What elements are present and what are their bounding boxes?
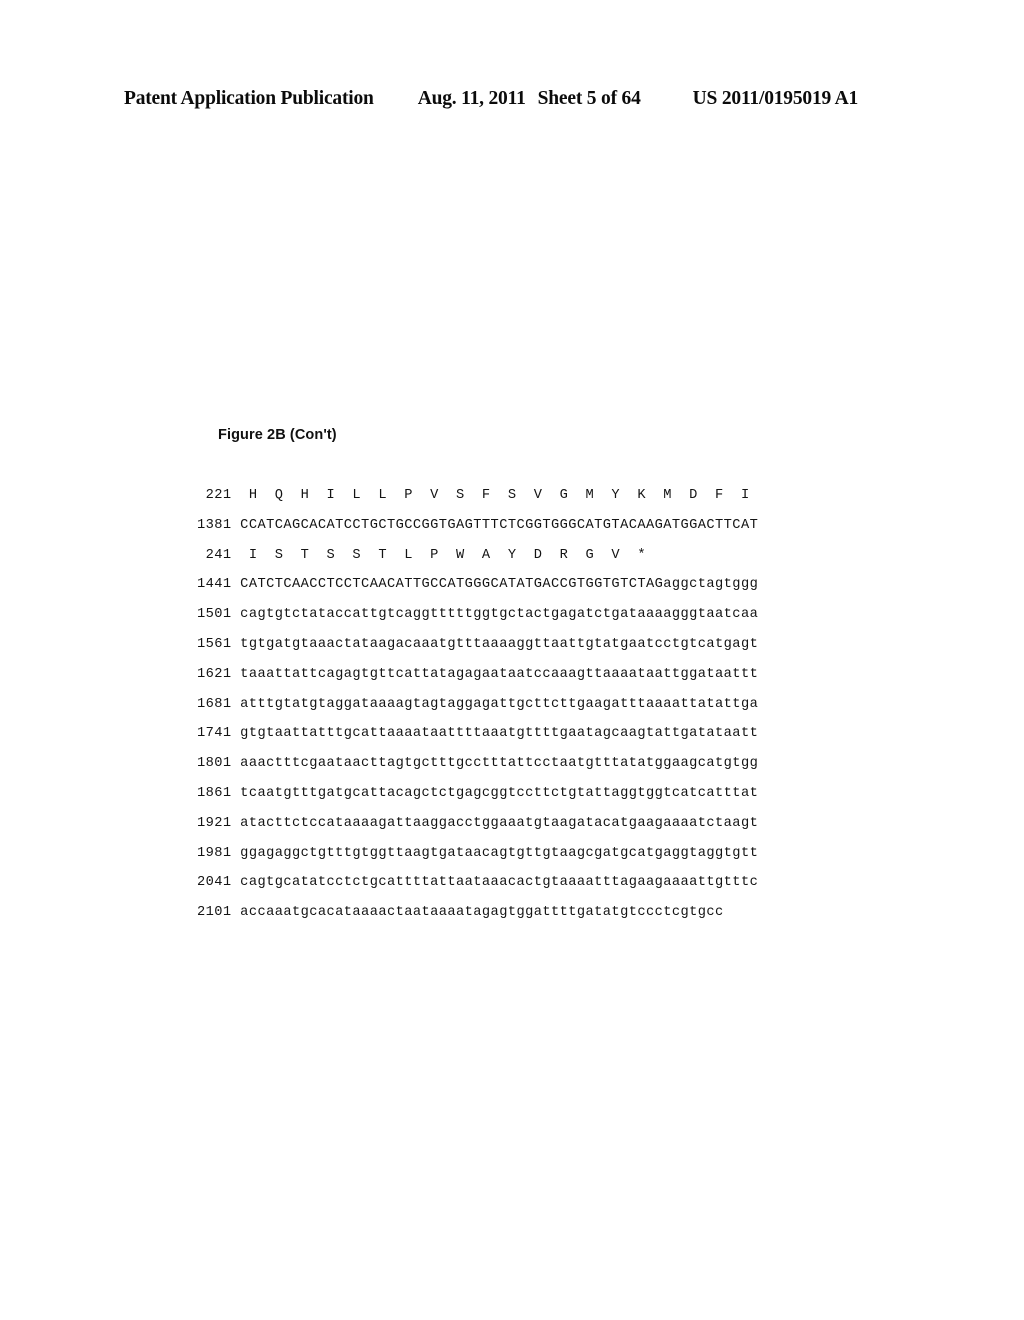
dna-sequence-text: accaaatgcacataaaactaataaaatagagtggattttg… xyxy=(231,905,724,921)
sequence-line-number: 2101 xyxy=(197,905,232,921)
sequence-line-number: 1861 xyxy=(197,785,232,801)
sequence-line: 2101 accaaatgcacataaaactaataaaatagagtgga… xyxy=(197,898,758,928)
running-header: Patent Application Publication Aug. 11, … xyxy=(124,88,896,110)
dna-sequence-text: CATCTCAACCTCCTCAACATTGCCATGGGCATATGACCGT… xyxy=(231,577,759,593)
sequence-line: 1981 ggagaggctgtttgtggttaagtgataacagtgtt… xyxy=(197,839,758,869)
sequence-line: 1741 gtgtaattatttgcattaaaataattttaaatgtt… xyxy=(197,719,758,749)
sequence-listing: 221 H Q H I L L P V S F S V G M Y K M D … xyxy=(197,481,758,928)
sequence-line-number: 1381 xyxy=(197,517,232,533)
sequence-line-number: 241 xyxy=(197,547,232,563)
protein-sequence-text: I S T S S T L P W A Y D R G V * xyxy=(231,547,646,563)
sequence-line-number: 1561 xyxy=(197,636,232,652)
header-patent-number: US 2011/0195019 A1 xyxy=(692,88,859,109)
sequence-line: 1621 taaattattcagagtgttcattatagagaataatc… xyxy=(197,660,758,690)
sequence-line: 1681 atttgtatgtaggataaaagtagtaggagattgct… xyxy=(197,690,758,720)
patent-page: Patent Application Publication Aug. 11, … xyxy=(0,0,1024,1320)
dna-sequence-text: taaattattcagagtgttcattatagagaataatccaaag… xyxy=(231,666,759,682)
sequence-line: 221 H Q H I L L P V S F S V G M Y K M D … xyxy=(197,481,758,511)
sequence-line: 1501 cagtgtctataccattgtcaggtttttggtgctac… xyxy=(197,600,758,630)
sequence-line-number: 221 xyxy=(197,488,232,503)
sequence-line: 1801 aaactttcgaataacttagtgctttgcctttattc… xyxy=(197,749,758,779)
sequence-line: 1561 tgtgatgtaaactataagacaaatgtttaaaaggt… xyxy=(197,630,758,660)
header-publication-date: Aug. 11, 2011 xyxy=(417,88,526,109)
figure-caption: Figure 2B (Con't) xyxy=(218,427,337,443)
sequence-line-number: 2041 xyxy=(197,875,232,891)
dna-sequence-text: tcaatgtttgatgcattacagctctgagcggtccttctgt… xyxy=(231,785,759,801)
sequence-line: 1921 atacttctccataaaagattaaggacctggaaatg… xyxy=(197,809,758,839)
header-publication-label: Patent Application Publication xyxy=(124,88,374,109)
sequence-line: 2041 cagtgcatatcctctgcattttattaataaacact… xyxy=(197,868,758,898)
sequence-line-number: 1621 xyxy=(197,666,232,682)
sequence-line: 1381 CCATCAGCACATCCTGCTGCCGGTGAGTTTCTCGG… xyxy=(197,511,758,541)
dna-sequence-text: atttgtatgtaggataaaagtagtaggagattgcttcttg… xyxy=(231,696,759,712)
sequence-line-number: 1981 xyxy=(197,845,232,861)
dna-sequence-text: aaactttcgaataacttagtgctttgcctttattcctaat… xyxy=(231,756,759,772)
sequence-line-number: 1501 xyxy=(197,607,232,623)
sequence-line-number: 1741 xyxy=(197,726,232,742)
sequence-line: 1441 CATCTCAACCTCCTCAACATTGCCATGGGCATATG… xyxy=(197,570,758,600)
dna-sequence-text: cagtgtctataccattgtcaggtttttggtgctactgaga… xyxy=(231,607,759,623)
sequence-line-number: 1681 xyxy=(197,696,232,712)
protein-sequence-text: H Q H I L L P V S F S V G M Y K M D F I xyxy=(231,488,750,503)
sequence-line-number: 1441 xyxy=(197,577,232,593)
dna-sequence-text: cagtgcatatcctctgcattttattaataaacactgtaaa… xyxy=(231,875,759,891)
dna-sequence-text: tgtgatgtaaactataagacaaatgtttaaaaggttaatt… xyxy=(231,636,759,652)
sequence-line-number: 1921 xyxy=(197,815,232,831)
dna-sequence-text: atacttctccataaaagattaaggacctggaaatgtaaga… xyxy=(231,815,759,831)
dna-sequence-text: gtgtaattatttgcattaaaataattttaaatgttttgaa… xyxy=(231,726,759,742)
dna-sequence-text: ggagaggctgtttgtggttaagtgataacagtgttgtaag… xyxy=(231,845,759,861)
dna-sequence-text: CCATCAGCACATCCTGCTGCCGGTGAGTTTCTCGGTGGGC… xyxy=(231,517,759,533)
sequence-line: 241 I S T S S T L P W A Y D R G V * xyxy=(197,541,758,571)
sequence-line-number: 1801 xyxy=(197,756,232,772)
sequence-line: 1861 tcaatgtttgatgcattacagctctgagcggtcct… xyxy=(197,779,758,809)
header-sheet-number: Sheet 5 of 64 xyxy=(537,88,641,109)
